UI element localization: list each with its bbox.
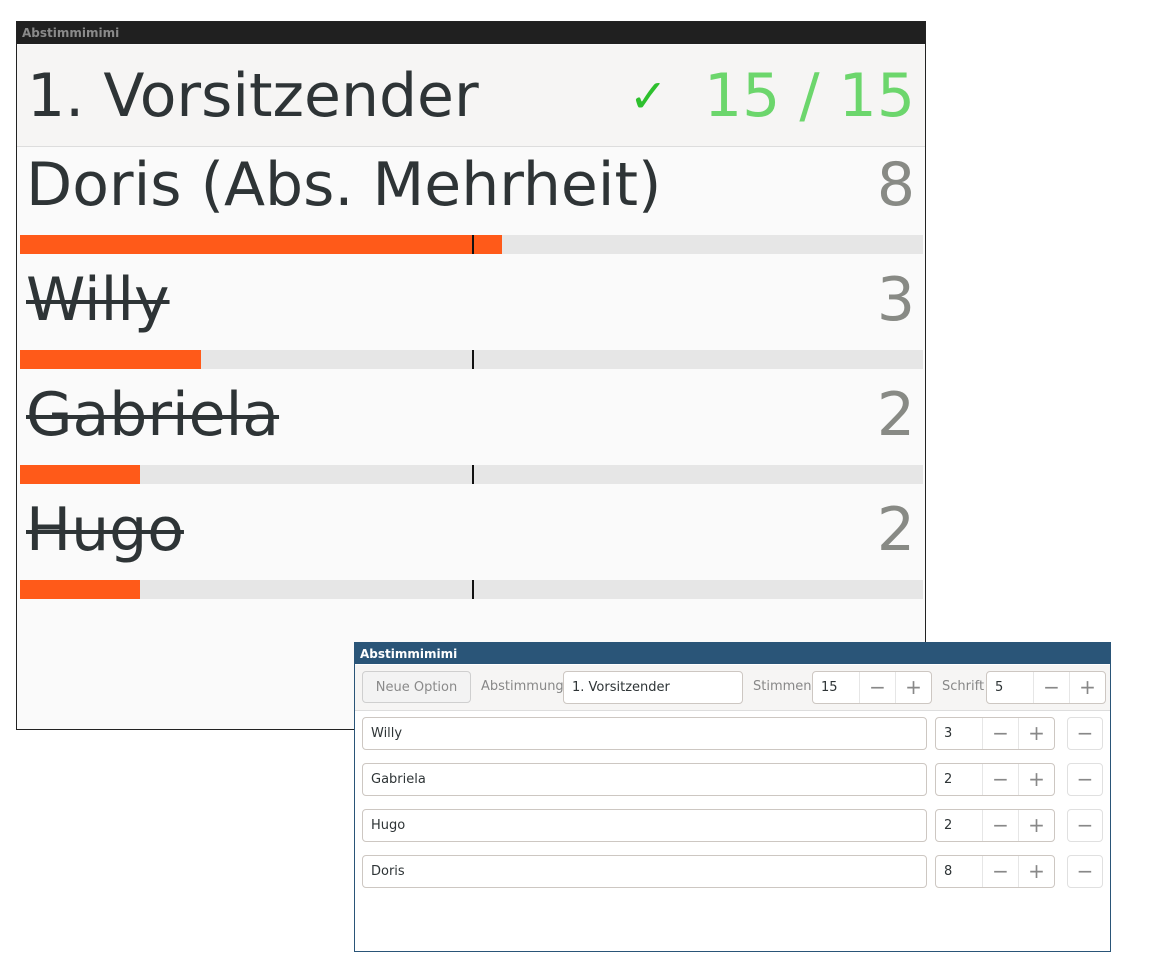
- vote-bar: [20, 350, 923, 369]
- vote-title: 1. Vorsitzender: [27, 61, 479, 131]
- display-title-bar[interactable]: Abstimmimimi: [17, 22, 925, 44]
- option-votes-spinner[interactable]: 2− +: [935, 763, 1055, 796]
- remove-option-button[interactable]: −: [1067, 717, 1103, 750]
- option-votes-value[interactable]: 3: [936, 718, 982, 749]
- abstimmung-input[interactable]: 1. Vorsitzender: [563, 671, 743, 704]
- abstimmung-label: Abstimmung: [481, 679, 564, 694]
- vote-count: 15 / 15: [703, 61, 915, 131]
- vote-bar-fill: [20, 235, 502, 254]
- majority-marker: [471, 465, 474, 484]
- plus-icon[interactable]: +: [1018, 856, 1054, 887]
- option-row: Gabriela 2: [17, 376, 925, 491]
- plus-icon[interactable]: +: [1018, 718, 1054, 749]
- vote-bar: [20, 580, 923, 599]
- minus-icon[interactable]: −: [1033, 672, 1069, 703]
- vote-bar: [20, 235, 923, 254]
- option-votes: 3: [876, 265, 915, 335]
- option-name: Doris (Abs. Mehrheit): [26, 150, 662, 220]
- display-window: Abstimmimimi 1. Vorsitzender ✓ 15 / 15 D…: [16, 21, 926, 730]
- plus-icon[interactable]: +: [1018, 810, 1054, 841]
- option-votes: 2: [876, 380, 915, 450]
- option-name: Willy: [26, 265, 170, 335]
- option-votes-spinner[interactable]: 3− +: [935, 717, 1055, 750]
- vote-bar-fill: [20, 465, 141, 484]
- plus-icon[interactable]: +: [895, 672, 931, 703]
- option-votes-spinner[interactable]: 2− +: [935, 809, 1055, 842]
- minus-icon[interactable]: −: [982, 718, 1018, 749]
- option-name-input[interactable]: Willy: [362, 717, 927, 750]
- option-row: Willy 3: [17, 261, 925, 376]
- majority-marker: [471, 580, 474, 599]
- minus-icon[interactable]: −: [982, 810, 1018, 841]
- minus-icon[interactable]: −: [982, 764, 1018, 795]
- vote-bar-fill: [20, 350, 201, 369]
- option-row: Hugo 2: [17, 491, 925, 606]
- minus-icon[interactable]: −: [859, 672, 895, 703]
- vote-bar: [20, 465, 923, 484]
- control-window: Abstimmimimi Neue Option Abstimmung 1. V…: [354, 642, 1111, 952]
- option-votes-value[interactable]: 8: [936, 856, 982, 887]
- option-votes-value[interactable]: 2: [936, 764, 982, 795]
- remove-option-button[interactable]: −: [1067, 763, 1103, 796]
- schrift-spinner[interactable]: 5 − +: [986, 671, 1106, 704]
- remove-option-button[interactable]: −: [1067, 855, 1103, 888]
- vote-bar-fill: [20, 580, 141, 599]
- option-votes: 2: [876, 495, 915, 565]
- minus-icon[interactable]: −: [982, 856, 1018, 887]
- plus-icon[interactable]: +: [1069, 672, 1105, 703]
- stimmen-label: Stimmen: [753, 679, 812, 694]
- stimmen-spinner[interactable]: 15 − +: [812, 671, 932, 704]
- majority-marker: [471, 350, 474, 369]
- option-votes-spinner[interactable]: 8− +: [935, 855, 1055, 888]
- schrift-value[interactable]: 5: [987, 672, 1033, 703]
- option-name-input[interactable]: Gabriela: [362, 763, 927, 796]
- control-title-bar[interactable]: Abstimmimimi: [355, 643, 1110, 664]
- option-name: Hugo: [26, 495, 184, 565]
- check-icon: ✓: [629, 69, 668, 123]
- vote-header: 1. Vorsitzender ✓ 15 / 15: [17, 45, 925, 147]
- option-name: Gabriela: [26, 380, 280, 450]
- new-option-button[interactable]: Neue Option: [362, 671, 471, 703]
- option-votes: 8: [876, 150, 915, 220]
- option-name-input[interactable]: Doris: [362, 855, 927, 888]
- stimmen-value[interactable]: 15: [813, 672, 859, 703]
- plus-icon[interactable]: +: [1018, 764, 1054, 795]
- remove-option-button[interactable]: −: [1067, 809, 1103, 842]
- majority-marker: [471, 235, 474, 254]
- option-row: Doris (Abs. Mehrheit) 8: [17, 146, 925, 261]
- option-votes-value[interactable]: 2: [936, 810, 982, 841]
- toolbar: Neue Option Abstimmung 1. Vorsitzender S…: [355, 665, 1110, 711]
- option-name-input[interactable]: Hugo: [362, 809, 927, 842]
- schrift-label: Schrift: [942, 679, 985, 694]
